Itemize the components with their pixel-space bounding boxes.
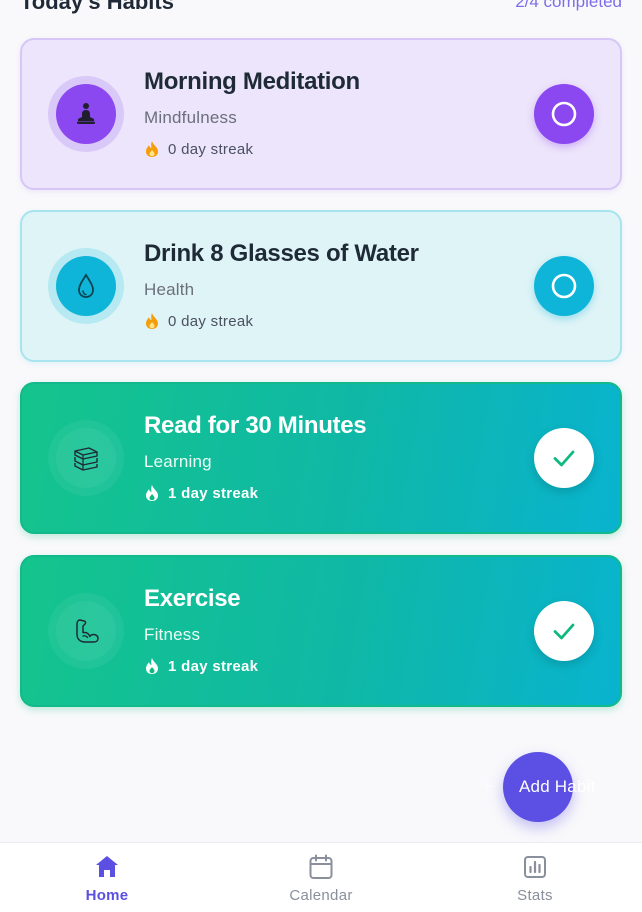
habit-card-read[interactable]: Read for 30 Minutes Learning 1 day strea… (20, 382, 622, 534)
empty-circle-icon (551, 273, 577, 299)
habit-streak: 1 day streak (144, 657, 258, 675)
books-icon (56, 428, 116, 488)
habit-category: Fitness (144, 625, 201, 644)
bottom-nav: Home Calendar Stats (0, 842, 642, 912)
complete-toggle-button[interactable] (534, 601, 594, 661)
checkmark-icon (553, 450, 575, 467)
complete-toggle-button[interactable] (534, 428, 594, 488)
flame-icon (146, 485, 158, 501)
add-habit-label[interactable]: Add Habit (519, 777, 595, 797)
habit-title: Read for 30 Minutes (144, 412, 367, 439)
completion-count: 2/4 completed (515, 0, 622, 11)
habit-streak: 1 day streak (144, 484, 366, 502)
nav-item-home[interactable]: Home (0, 843, 214, 912)
nav-label-home: Home (85, 887, 129, 904)
streak-label: 1 day streak (168, 657, 259, 675)
complete-toggle-button[interactable] (534, 256, 594, 316)
streak-label: 0 day streak (168, 140, 254, 158)
nav-item-calendar[interactable]: Calendar (214, 843, 428, 912)
complete-toggle-button[interactable] (534, 84, 594, 144)
calendar-icon (309, 854, 333, 879)
header: Today's Habits 2/4 completed (20, 0, 622, 14)
habit-icon-ring (48, 76, 124, 152)
habit-title: Exercise (144, 585, 241, 612)
page-title: Today's Habits (20, 0, 174, 14)
habit-category: Learning (144, 452, 212, 471)
habit-icon-ring (48, 420, 124, 496)
habit-title: Morning Meditation (144, 68, 360, 95)
habit-category: Mindfulness (144, 108, 237, 127)
nav-label-calendar: Calendar (289, 887, 353, 904)
habit-streak: 0 day streak (144, 312, 419, 330)
habit-streak: 0 day streak (144, 140, 360, 158)
habit-card-drink-water[interactable]: Drink 8 Glasses of Water Health 0 day st… (20, 210, 622, 362)
habit-category: Health (144, 280, 195, 299)
empty-circle-icon (551, 101, 577, 127)
flame-icon (146, 658, 158, 674)
flexed-arm-icon (56, 601, 116, 661)
checkmark-icon (553, 623, 575, 640)
habit-card-morning-meditation[interactable]: Morning Meditation Mindfulness 0 day str… (20, 38, 622, 190)
habit-icon-ring (48, 248, 124, 324)
meditation-icon (56, 84, 116, 144)
stats-icon (524, 856, 546, 878)
streak-label: 1 day streak (168, 484, 259, 502)
plus-icon: + (482, 776, 494, 798)
water-drop-icon (56, 256, 116, 316)
flame-icon (146, 141, 158, 157)
habit-icon-ring (48, 593, 124, 669)
home-icon (96, 856, 118, 877)
flame-icon (146, 313, 158, 329)
nav-label-stats: Stats (517, 887, 553, 904)
habit-card-exercise[interactable]: Exercise Fitness 1 day streak (20, 555, 622, 707)
streak-label: 0 day streak (168, 312, 254, 330)
habit-title: Drink 8 Glasses of Water (144, 240, 419, 267)
nav-item-stats[interactable]: Stats (428, 843, 642, 912)
